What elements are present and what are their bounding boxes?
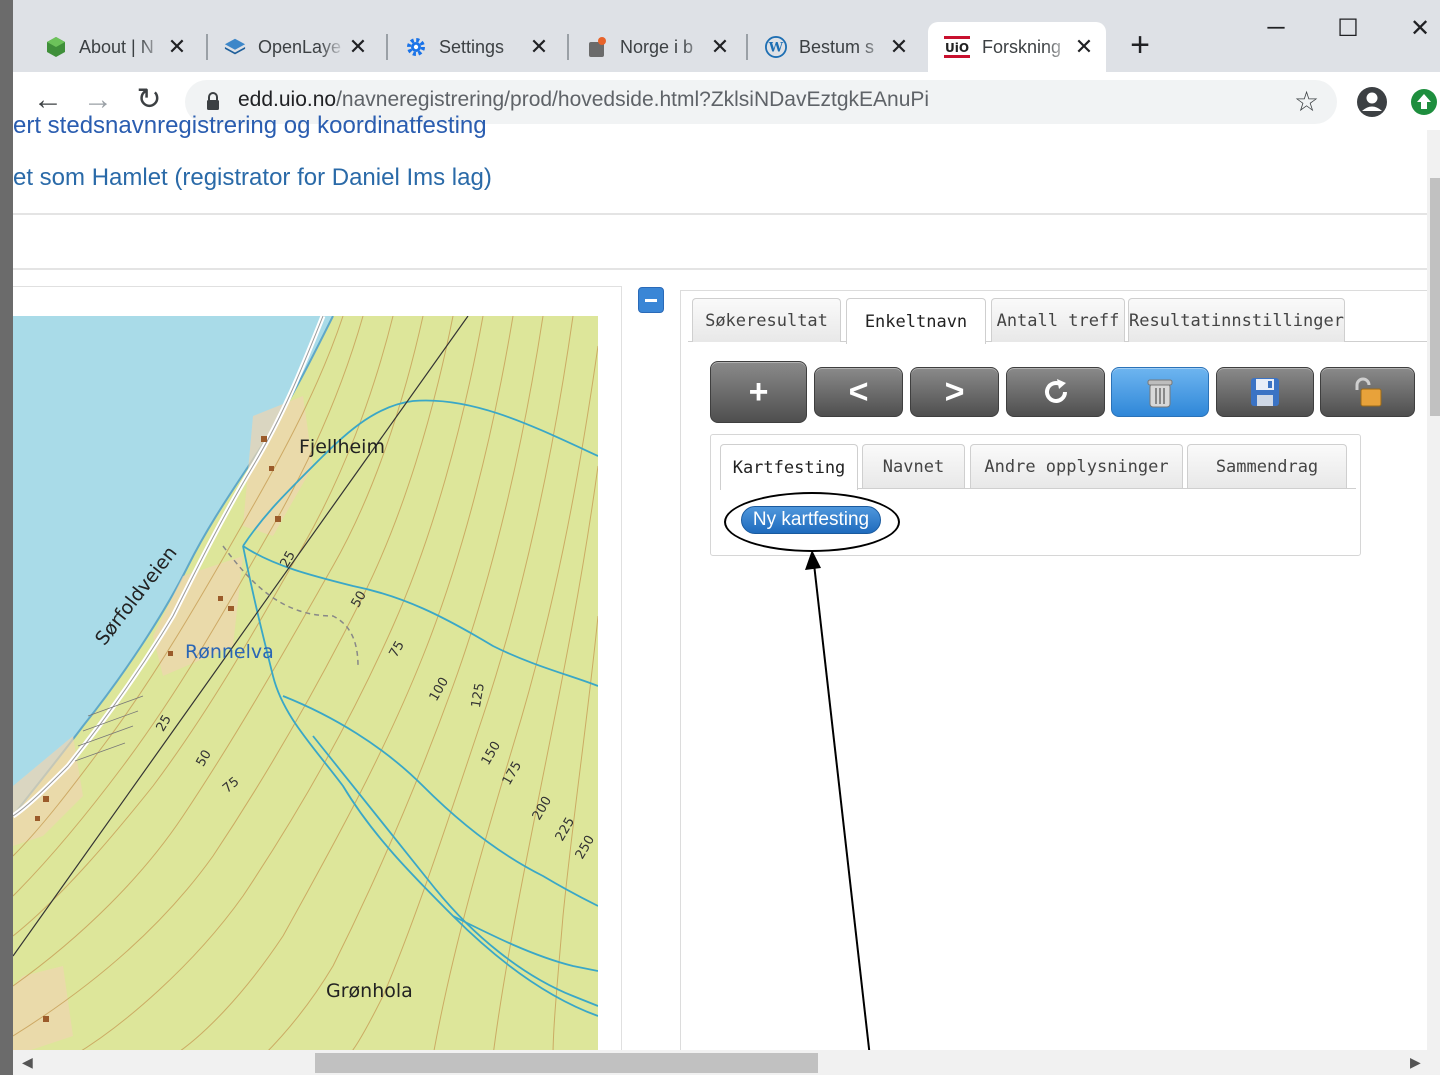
tab-close-icon[interactable]: ✕ <box>1072 34 1096 59</box>
save-button[interactable] <box>1216 367 1314 417</box>
trash-icon <box>1147 379 1173 408</box>
browser-tab-about[interactable]: About | N ✕ <box>29 22 199 72</box>
new-tab-button[interactable]: + <box>1124 28 1156 62</box>
tab-label: OpenLaye <box>258 36 342 57</box>
tab-label: Norge i b <box>620 36 694 57</box>
refresh-icon <box>1044 379 1067 403</box>
close-window-button[interactable]: ✕ <box>1400 14 1440 44</box>
subtab-navnet[interactable]: Navnet <box>862 444 965 488</box>
hexagon-icon <box>45 36 67 58</box>
add-button[interactable]: + <box>710 361 807 423</box>
browser-tab-norge[interactable]: Norge i b ✕ <box>570 22 742 72</box>
floppy-disk-icon <box>1251 378 1279 406</box>
horizontal-scrollbar-thumb[interactable] <box>315 1053 818 1073</box>
tab-close-icon[interactable]: ✕ <box>165 34 189 59</box>
layers-icon <box>224 36 246 58</box>
tab-label: Bestum s <box>799 36 875 57</box>
padlock-open-icon <box>1355 377 1381 407</box>
subtab-kartfesting[interactable]: Kartfesting <box>720 444 858 490</box>
tab-separator <box>746 34 748 60</box>
highlight-ellipse <box>724 492 900 552</box>
browser-tab-forskning-active[interactable]: UiO Forskning ✕ <box>928 22 1106 72</box>
divider <box>13 268 1433 270</box>
svg-text:W: W <box>768 41 784 56</box>
annotation-arrow <box>805 550 873 1075</box>
tab-close-icon[interactable]: ✕ <box>708 34 732 59</box>
previous-button[interactable]: < <box>814 367 903 417</box>
minus-icon <box>645 299 657 302</box>
vertical-scrollbar-thumb[interactable] <box>1430 178 1440 416</box>
browser-tab-bestum[interactable]: W Bestum s ✕ <box>749 22 921 72</box>
tab-separator <box>386 34 388 60</box>
refresh-button[interactable] <box>1006 367 1105 417</box>
subtab-sammendrag[interactable]: Sammendrag <box>1187 444 1347 488</box>
scroll-right-arrow-icon[interactable]: ▶ <box>1410 1054 1421 1071</box>
tab-label: About | N <box>79 36 154 57</box>
browser-tab-openlayers[interactable]: OpenLaye ✕ <box>208 22 380 72</box>
map-label-fjellheim: Fjellheim <box>299 436 385 458</box>
browser-tab-settings[interactable]: Settings ✕ <box>389 22 561 72</box>
delete-button[interactable] <box>1111 367 1209 417</box>
tab-label: Settings <box>439 36 505 57</box>
collapse-panel-button[interactable] <box>638 287 664 313</box>
tab-antall-treff[interactable]: Antall treff <box>991 298 1125 342</box>
window-edge <box>0 0 13 1075</box>
tab-resultatinnstillinger[interactable]: Resultatinnstillinger <box>1128 298 1345 342</box>
puzzle-icon <box>586 36 608 58</box>
tab-enkeltnavn[interactable]: Enkeltnavn <box>846 298 986 344</box>
subtab-andre-opplysninger[interactable]: Andre opplysninger <box>970 444 1183 488</box>
tab-close-icon[interactable]: ✕ <box>346 34 370 59</box>
tab-close-icon[interactable]: ✕ <box>527 34 551 59</box>
tab-sokeresultat[interactable]: Søkeresultat <box>692 298 841 342</box>
map-view[interactable]: Fjellheim Rønnelva Sørfoldveien Grønhola… <box>13 316 598 1056</box>
page-title: et som Hamlet (registrator for Daniel Im… <box>13 164 492 191</box>
next-button[interactable]: > <box>910 367 999 417</box>
tab-close-icon[interactable]: ✕ <box>887 34 911 59</box>
uio-logo-icon: UiO <box>944 36 970 58</box>
map-label-ronnelva: Rønnelva <box>185 641 274 663</box>
svg-text:UiO: UiO <box>945 41 969 55</box>
tab-label: Forskning <box>982 36 1062 57</box>
wordpress-icon: W <box>765 36 787 58</box>
gear-icon <box>405 36 427 58</box>
map-label-gronhola: Grønhola <box>326 980 413 1002</box>
minimize-button[interactable]: ─ <box>1256 14 1296 44</box>
scroll-left-arrow-icon[interactable]: ◀ <box>22 1054 33 1071</box>
maximize-button[interactable]: ☐ <box>1328 14 1368 44</box>
tab-separator <box>567 34 569 60</box>
divider <box>13 213 1433 215</box>
unlock-button[interactable] <box>1320 367 1415 417</box>
